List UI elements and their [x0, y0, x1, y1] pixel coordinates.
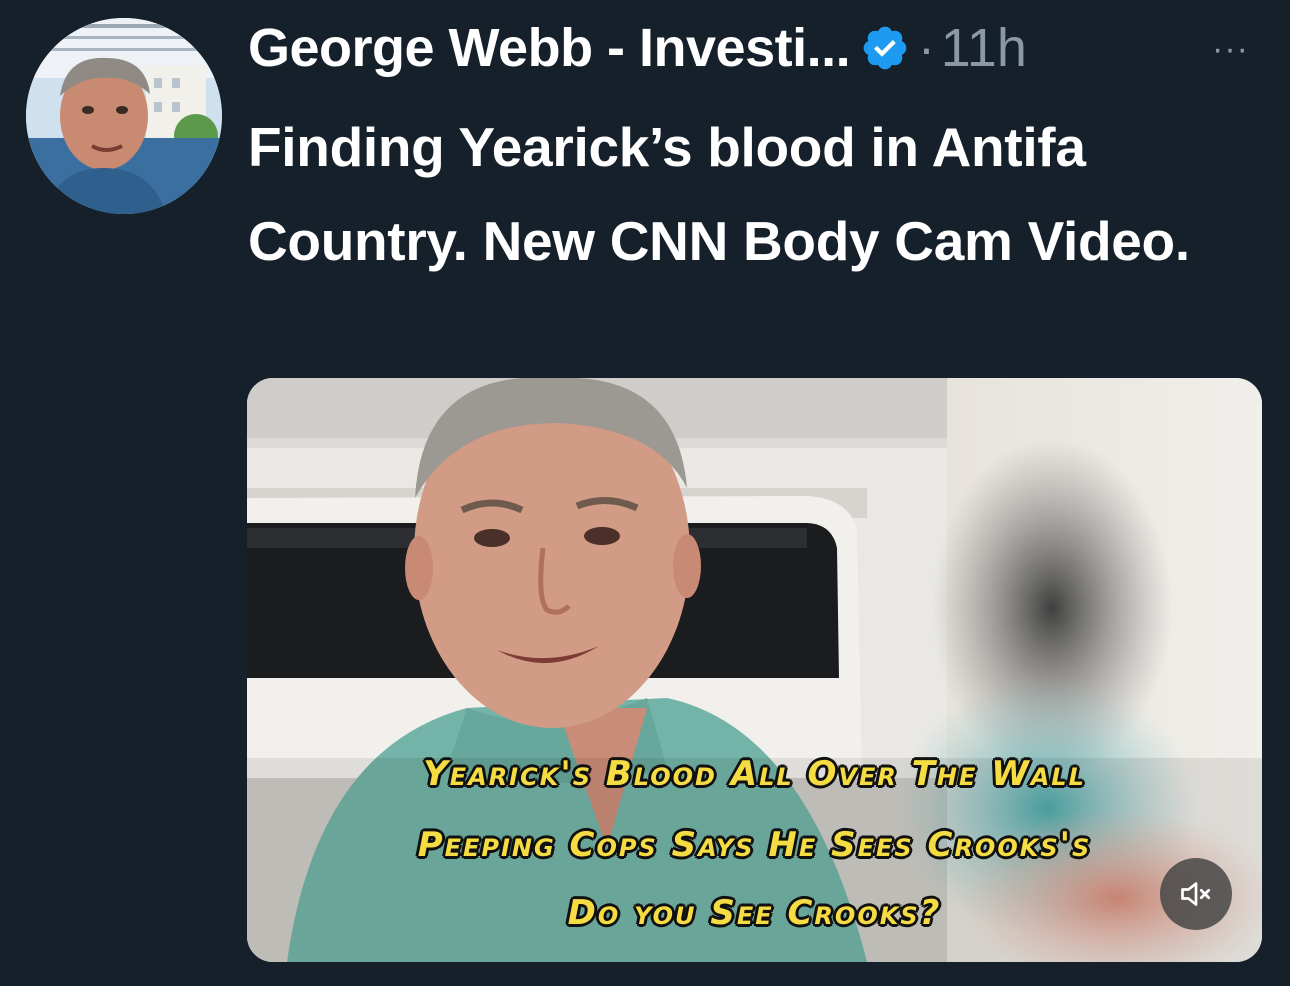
mute-button[interactable] [1160, 858, 1232, 930]
more-options-icon[interactable]: ··· [1212, 30, 1249, 69]
tweet-text: Finding Yearick’s blood in Antifa Countr… [248, 116, 1190, 272]
tweet[interactable]: George Webb - Investi... · 11h ··· Findi… [0, 0, 1290, 986]
separator-dot: · [918, 20, 935, 76]
video-caption-line: Peeping Cops Says He Sees Crooks's [417, 825, 1092, 865]
tweet-header: George Webb - Investi... · 11h [248, 12, 1027, 84]
video-caption-line: Yearick's Blood All Over The Wall [423, 754, 1086, 794]
verified-badge-icon [860, 23, 910, 73]
tweet-timestamp[interactable]: 11h [941, 17, 1027, 79]
speaker-muted-icon [1181, 882, 1211, 906]
author-display-name[interactable]: George Webb - Investi... [248, 17, 851, 79]
video-caption-line: Do you See Crooks? [567, 893, 942, 933]
video-frame [247, 378, 1262, 962]
video-player[interactable]: Yearick's Blood All Over The Wall Peepin… [247, 378, 1262, 962]
avatar-image [26, 18, 222, 214]
avatar[interactable] [26, 18, 222, 214]
